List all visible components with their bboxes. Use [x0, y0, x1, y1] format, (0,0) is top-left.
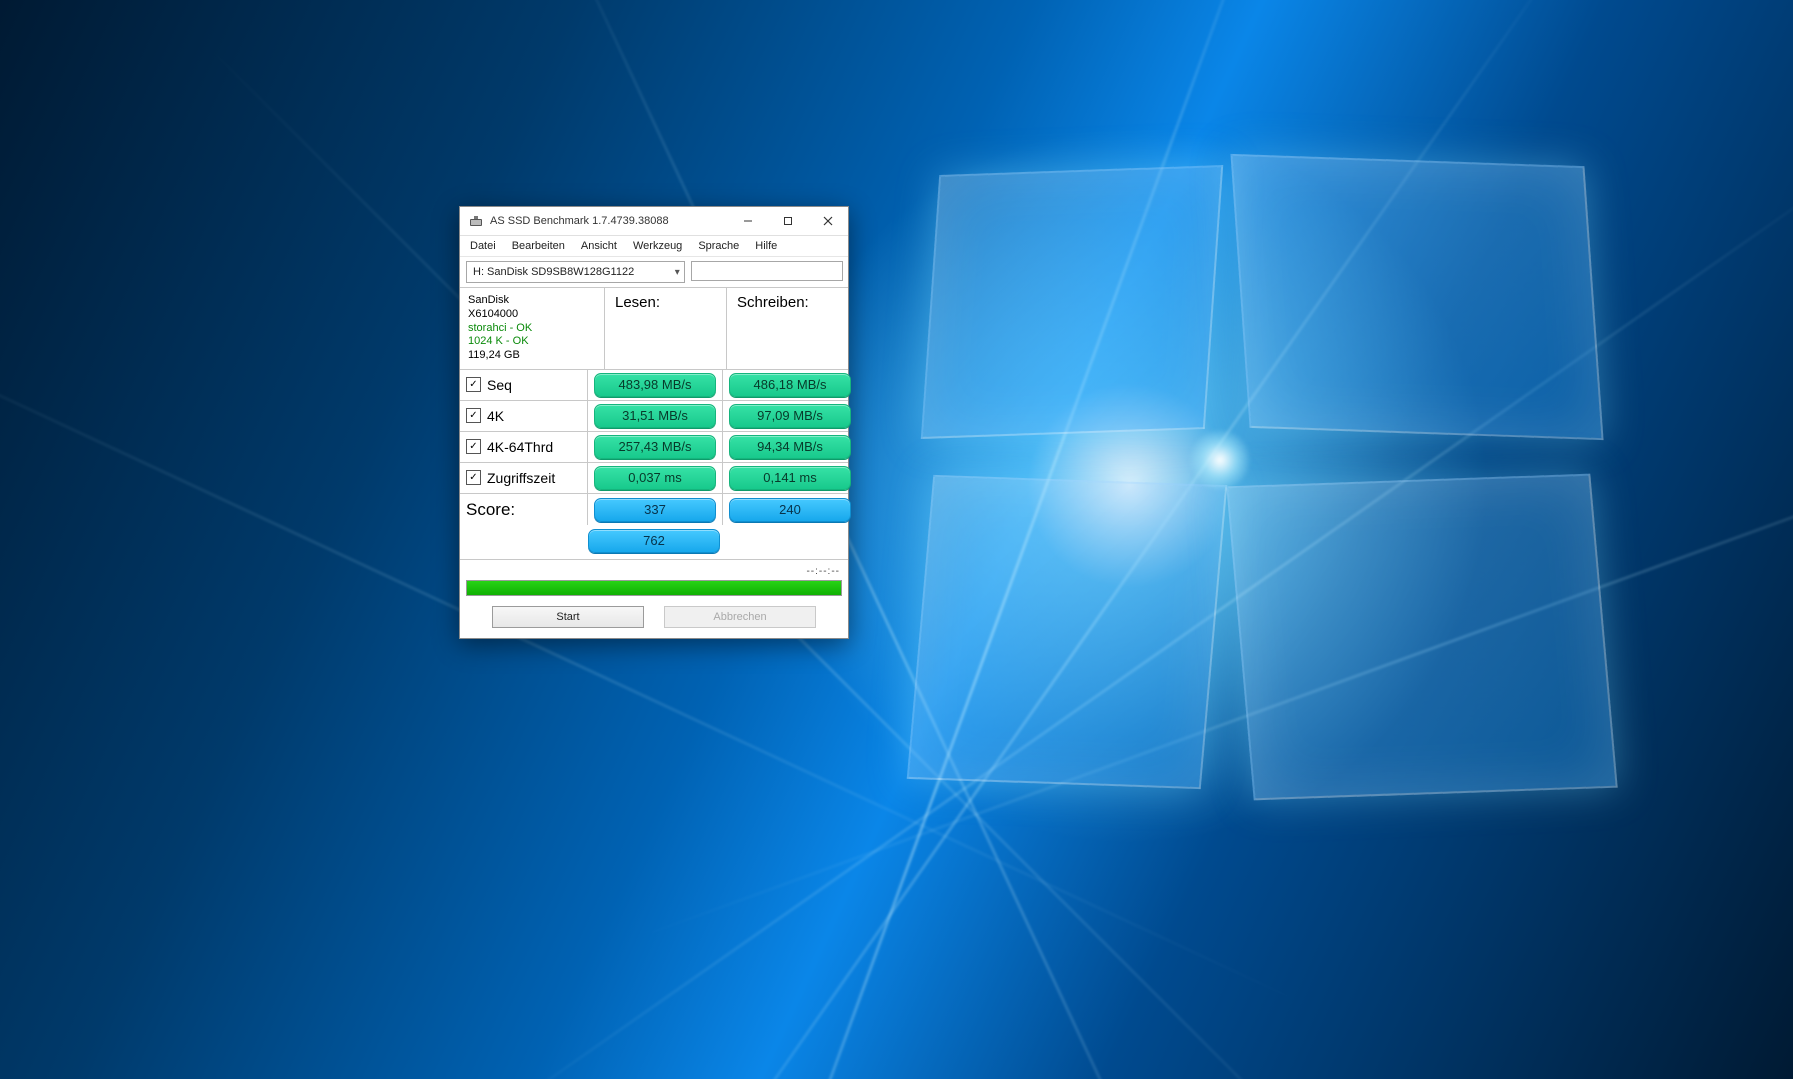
- device-align: 1024 K - OK: [468, 335, 596, 349]
- column-header-write: Schreiben:: [727, 288, 848, 369]
- timing-label: --:--:--: [466, 566, 842, 578]
- progress-block: --:--:--: [460, 560, 848, 596]
- app-icon: [468, 213, 484, 229]
- k4-read-value: 31,51 MB/s: [594, 404, 716, 428]
- checkbox-access[interactable]: ✓: [466, 470, 481, 485]
- progress-fill: [467, 581, 841, 595]
- row-4k64: ✓ 4K-64Thrd 257,43 MB/s 94,34 MB/s: [460, 432, 848, 463]
- menu-sprache[interactable]: Sprache: [690, 238, 747, 254]
- menubar: Datei Bearbeiten Ansicht Werkzeug Sprach…: [460, 236, 848, 257]
- abort-button[interactable]: Abbrechen: [664, 606, 816, 628]
- titlebar[interactable]: AS SSD Benchmark 1.7.4739.38088: [460, 207, 848, 236]
- device-driver: storahci - OK: [468, 322, 596, 336]
- drive-select[interactable]: H: SanDisk SD9SB8W128G1122 ▾: [466, 261, 685, 283]
- row-4k-write-cell: 97,09 MB/s: [723, 401, 857, 431]
- row-access-label-cell: ✓ Zugriffszeit: [460, 463, 588, 493]
- device-model: X6104000: [468, 308, 596, 322]
- device-size: 119,24 GB: [468, 349, 596, 363]
- menu-bearbeiten[interactable]: Bearbeiten: [504, 238, 573, 254]
- device-info: SanDisk X6104000 storahci - OK 1024 K - …: [460, 288, 605, 369]
- score-label: Score:: [460, 494, 588, 525]
- wallpaper-pane: [907, 475, 1228, 789]
- row-4k64-label-cell: ✓ 4K-64Thrd: [460, 432, 588, 462]
- row-seq-label: Seq: [487, 377, 512, 393]
- row-seq-label-cell: ✓ Seq: [460, 370, 588, 400]
- row-4k: ✓ 4K 31,51 MB/s 97,09 MB/s: [460, 401, 848, 432]
- window-controls: [728, 207, 848, 235]
- row-4k64-write-cell: 94,34 MB/s: [723, 432, 857, 462]
- wallpaper-pane: [1230, 154, 1603, 440]
- drive-path-input[interactable]: [691, 261, 843, 281]
- device-vendor: SanDisk: [468, 294, 596, 308]
- desktop-wallpaper: AS SSD Benchmark 1.7.4739.38088 Datei Be…: [0, 0, 1793, 1079]
- row-4k-label-cell: ✓ 4K: [460, 401, 588, 431]
- seq-read-value: 483,98 MB/s: [594, 373, 716, 397]
- menu-datei[interactable]: Datei: [462, 238, 504, 254]
- checkbox-4k64[interactable]: ✓: [466, 439, 481, 454]
- row-4k-label: 4K: [487, 408, 504, 424]
- row-seq-write-cell: 486,18 MB/s: [723, 370, 857, 400]
- drive-row: H: SanDisk SD9SB8W128G1122 ▾: [460, 257, 848, 287]
- checkbox-seq[interactable]: ✓: [466, 377, 481, 392]
- app-window: AS SSD Benchmark 1.7.4739.38088 Datei Be…: [459, 206, 849, 639]
- minimize-button[interactable]: [728, 207, 768, 235]
- wallpaper-pane: [1226, 474, 1617, 801]
- row-score: Score: 337 240 762: [460, 494, 848, 560]
- score-read-value: 337: [594, 498, 716, 522]
- k4-write-value: 97,09 MB/s: [729, 404, 851, 428]
- seq-write-value: 486,18 MB/s: [729, 373, 851, 397]
- row-seq: ✓ Seq 483,98 MB/s 486,18 MB/s: [460, 370, 848, 401]
- wallpaper-glow: [1190, 430, 1250, 490]
- maximize-button[interactable]: [768, 207, 808, 235]
- row-4k64-label: 4K-64Thrd: [487, 439, 553, 455]
- wallpaper-pane: [921, 165, 1223, 439]
- close-button[interactable]: [808, 207, 848, 235]
- score-write-cell: 240: [723, 494, 857, 525]
- menu-werkzeug[interactable]: Werkzeug: [625, 238, 690, 254]
- row-access-read-cell: 0,037 ms: [588, 463, 723, 493]
- checkbox-4k[interactable]: ✓: [466, 408, 481, 423]
- drive-select-value: H: SanDisk SD9SB8W128G1122: [473, 266, 634, 278]
- k464-read-value: 257,43 MB/s: [594, 435, 716, 459]
- chevron-down-icon: ▾: [675, 267, 680, 278]
- menu-ansicht[interactable]: Ansicht: [573, 238, 625, 254]
- column-header-read: Lesen:: [605, 288, 727, 369]
- row-access: ✓ Zugriffszeit 0,037 ms 0,141 ms: [460, 463, 848, 494]
- row-seq-read-cell: 483,98 MB/s: [588, 370, 723, 400]
- score-total-value: 762: [588, 529, 720, 553]
- button-row: Start Abbrechen: [460, 596, 848, 638]
- header-row: SanDisk X6104000 storahci - OK 1024 K - …: [460, 288, 848, 370]
- window-title: AS SSD Benchmark 1.7.4739.38088: [490, 215, 728, 227]
- menu-hilfe[interactable]: Hilfe: [747, 238, 785, 254]
- row-4k64-read-cell: 257,43 MB/s: [588, 432, 723, 462]
- acc-write-value: 0,141 ms: [729, 466, 851, 490]
- row-access-label: Zugriffszeit: [487, 470, 555, 486]
- score-read-cell: 337: [588, 494, 723, 525]
- results-grid: SanDisk X6104000 storahci - OK 1024 K - …: [460, 287, 848, 560]
- score-write-value: 240: [729, 498, 851, 522]
- row-access-write-cell: 0,141 ms: [723, 463, 857, 493]
- acc-read-value: 0,037 ms: [594, 466, 716, 490]
- start-button[interactable]: Start: [492, 606, 644, 628]
- k464-write-value: 94,34 MB/s: [729, 435, 851, 459]
- row-4k-read-cell: 31,51 MB/s: [588, 401, 723, 431]
- progress-bar: [466, 580, 842, 596]
